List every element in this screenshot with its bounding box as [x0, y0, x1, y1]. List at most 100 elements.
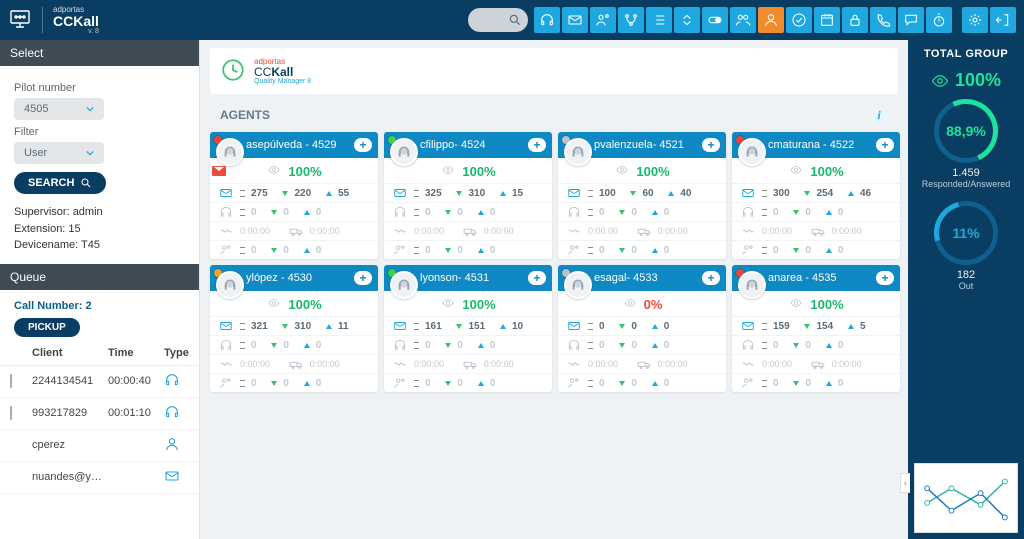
filter-label: Filter — [14, 126, 185, 138]
headset-stats: 0 0 0 — [558, 335, 726, 354]
headset-stats: 0 0 0 — [210, 335, 378, 354]
col-type: Type — [164, 347, 194, 359]
info-icon[interactable]: i — [870, 106, 888, 124]
chart-collapse[interactable]: ‹ — [900, 473, 910, 493]
tb-user-chat-icon[interactable] — [590, 7, 616, 33]
agent-pct: 100% — [462, 164, 495, 179]
mail-stats: 321 310 11 — [210, 316, 378, 335]
avatar — [738, 138, 766, 166]
tb-phone-icon[interactable] — [870, 7, 896, 33]
mini-chart[interactable] — [914, 463, 1018, 533]
record-stats: 0:00:00 0:00:00 — [558, 221, 726, 240]
filter-select[interactable]: User — [14, 142, 104, 164]
brand-company: adportas — [53, 6, 99, 14]
queue-list-head: Client Time Type — [0, 341, 199, 366]
add-button[interactable]: + — [876, 271, 894, 285]
agent-card[interactable]: cmaturana - 4522+100%300 254 460 0 00:00… — [732, 132, 900, 259]
checkbox[interactable] — [10, 374, 12, 388]
row-icon — [218, 357, 234, 371]
queue-list: Client Time Type 224413454100:00:4099321… — [0, 341, 199, 494]
tb-headset-icon[interactable] — [534, 7, 560, 33]
add-button[interactable]: + — [876, 138, 894, 152]
tb-toggle-icon[interactable] — [702, 7, 728, 33]
eye-icon — [440, 297, 456, 312]
row-icon — [566, 338, 582, 352]
agent-card[interactable]: lyonson- 4531+100%161 151 100 0 00:00:00… — [384, 265, 552, 392]
user-stats: 0 0 0 — [558, 373, 726, 392]
tb-chat-icon[interactable] — [898, 7, 924, 33]
record-stats: 0:00:00 0:00:00 — [732, 354, 900, 373]
truck-icon — [288, 357, 304, 371]
queue-row[interactable]: 99321782900:01:10 — [0, 398, 199, 430]
search-icon — [80, 177, 92, 189]
eye-icon — [931, 72, 949, 90]
agents-title: AGENTS — [220, 108, 270, 122]
row-icon — [392, 338, 408, 352]
tb-user-active-icon[interactable] — [758, 7, 784, 33]
row-icon — [218, 376, 234, 390]
tb-check-icon[interactable] — [786, 7, 812, 33]
mail-icon — [566, 319, 582, 333]
col-client: Client — [32, 347, 102, 359]
agent-card[interactable]: esagal- 4533+0%0 0 00 0 00:00:00 0:00:00… — [558, 265, 726, 392]
agent-card[interactable]: ylópez - 4530+100%321 310 110 0 00:00:00… — [210, 265, 378, 392]
avatar — [216, 271, 244, 299]
row-icon — [392, 224, 408, 238]
agent-pct: 100% — [288, 164, 321, 179]
agent-card[interactable]: pvalenzuela- 4521+100%100 60 400 0 00:00… — [558, 132, 726, 259]
headset-stats: 0 0 0 — [558, 202, 726, 221]
tb-lock-icon[interactable] — [842, 7, 868, 33]
agent-card[interactable]: cfilippo- 4524+100%325 310 150 0 00:00:0… — [384, 132, 552, 259]
row-icon — [218, 205, 234, 219]
add-button[interactable]: + — [354, 138, 372, 152]
queue-client: 993217829 — [32, 407, 102, 419]
mail-flag-icon — [212, 166, 226, 176]
right-panel: TOTAL GROUP 100% 88,9% 1.459 Responded/A… — [908, 40, 1024, 539]
queue-row[interactable]: nuandes@ymail.com — [0, 462, 199, 494]
search-pill[interactable] — [468, 8, 528, 32]
agent-name: asepúlveda - 4529 — [246, 139, 337, 151]
add-button[interactable]: + — [354, 271, 372, 285]
agent-card[interactable]: anarea - 4535+100%159 154 50 0 00:00:00 … — [732, 265, 900, 392]
row-icon — [740, 338, 756, 352]
tb-branch-icon[interactable] — [618, 7, 644, 33]
toolbar-icons — [534, 7, 1016, 33]
search-button[interactable]: SEARCH — [14, 172, 106, 194]
row-icon — [566, 376, 582, 390]
gauge1-label: Responded/Answered — [914, 179, 1018, 189]
add-button[interactable]: + — [528, 271, 546, 285]
checkbox[interactable] — [10, 406, 12, 420]
tb-calendar-icon[interactable] — [814, 7, 840, 33]
divider — [42, 7, 43, 33]
chevron-down-icon — [86, 149, 94, 157]
user-stats: 0 0 0 — [210, 240, 378, 259]
gauge2-value: 11% — [934, 201, 998, 265]
queue-header: Queue — [0, 264, 199, 290]
tb-list-icon[interactable] — [646, 7, 672, 33]
user-stats: 0 0 0 — [732, 373, 900, 392]
row-icon — [392, 205, 408, 219]
queue-row[interactable]: cperez — [0, 430, 199, 462]
record-stats: 0:00:00 0:00:00 — [384, 354, 552, 373]
pickup-button[interactable]: PICKUP — [14, 318, 80, 337]
tb-stopwatch-icon[interactable] — [926, 7, 952, 33]
row-icon — [392, 357, 408, 371]
agent-card[interactable]: asepúlveda - 4529+100%275 220 550 0 00:0… — [210, 132, 378, 259]
search-button-label: SEARCH — [28, 177, 74, 189]
record-stats: 0:00:00 0:00:00 — [732, 221, 900, 240]
tb-settings-icon[interactable] — [962, 7, 988, 33]
tb-updown-icon[interactable] — [674, 7, 700, 33]
tb-group-icon[interactable] — [730, 7, 756, 33]
avatar — [738, 271, 766, 299]
supervisor-line: Supervisor: admin — [14, 204, 185, 221]
gauge2-num: 182 — [914, 269, 1018, 281]
add-button[interactable]: + — [702, 138, 720, 152]
tb-logout-icon[interactable] — [990, 7, 1016, 33]
record-stats: 0:00:00 0:00:00 — [558, 354, 726, 373]
tb-mail-icon[interactable] — [562, 7, 588, 33]
queue-row[interactable]: 224413454100:00:40 — [0, 366, 199, 398]
pilot-select[interactable]: 4505 — [14, 98, 104, 120]
add-button[interactable]: + — [702, 271, 720, 285]
user-stats: 0 0 0 — [384, 240, 552, 259]
add-button[interactable]: + — [528, 138, 546, 152]
